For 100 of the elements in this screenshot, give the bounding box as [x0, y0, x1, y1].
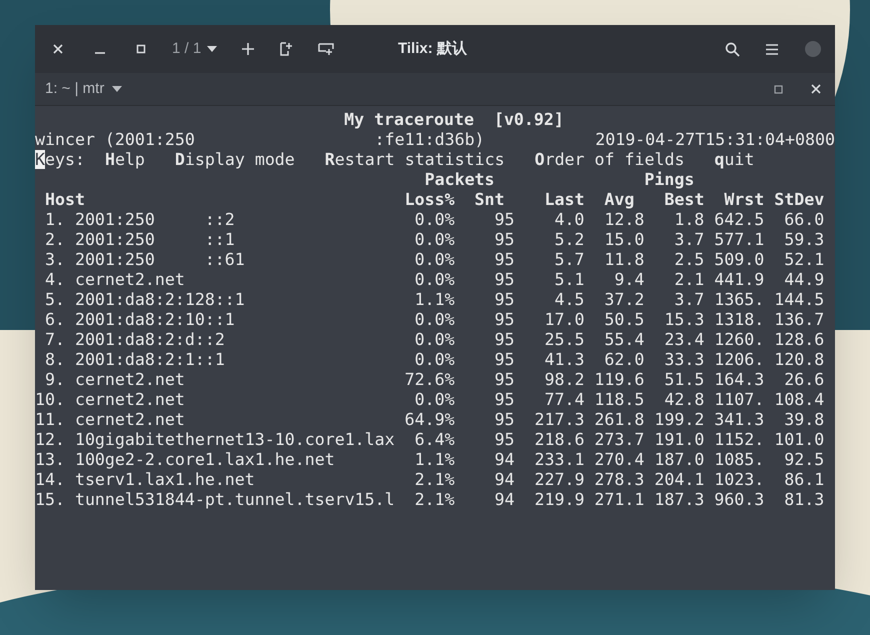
table-cell: 95	[494, 350, 515, 370]
host-cell: tserv1.lax1.he.net	[74, 470, 255, 490]
hop-number: 14.	[34, 470, 65, 490]
host-cell: ::1	[204, 230, 235, 250]
table-cell: 50.5	[604, 310, 644, 330]
table-cell: 4.0	[554, 210, 584, 230]
key-hint: Display mode	[174, 150, 295, 170]
key-hint: Help	[104, 150, 145, 170]
hop-number: 9.	[44, 370, 65, 390]
table-cell: 0.0%	[414, 230, 455, 250]
table-cell: 233.1	[534, 450, 584, 470]
key-hint: quit	[714, 150, 754, 170]
table-cell: 101.0	[774, 430, 824, 450]
column-header: Wrst	[724, 190, 764, 210]
column-group-header: Pings	[644, 170, 694, 190]
table-cell: 191.0	[654, 430, 704, 450]
timestamp: 2019-04-27T15:31:04+0800	[595, 130, 835, 150]
table-cell: 15.3	[664, 310, 704, 330]
table-cell: 95	[494, 370, 515, 390]
table-cell: 81.3	[784, 490, 824, 510]
table-cell: 271.1	[594, 490, 644, 510]
table-cell: 77.4	[544, 390, 584, 410]
host-cell-text: 2001:250	[74, 210, 156, 230]
table-cell: 94	[494, 490, 515, 510]
table-cell: 128.6	[774, 330, 824, 350]
table-cell: 0.0%	[414, 210, 455, 230]
table-cell: 341.3	[714, 410, 764, 430]
table-cell: 1152.	[714, 430, 764, 450]
table-cell: 1318.	[714, 310, 764, 330]
hop-number: 15.	[34, 490, 65, 510]
session-tab[interactable]: 1: ~ | mtr	[45, 78, 122, 100]
search-icon	[724, 42, 740, 56]
maximize-icon	[136, 44, 146, 54]
table-cell: 1206.	[714, 350, 764, 370]
table-cell: 42.8	[664, 390, 704, 410]
close-icon	[53, 44, 63, 54]
table-cell: 187.3	[654, 490, 704, 510]
hop-number: 6.	[44, 310, 65, 330]
table-cell: 0.0%	[414, 390, 455, 410]
keys-label: Keys:	[35, 150, 85, 170]
key-hint: Order of fields	[534, 150, 684, 170]
table-cell: 15.0	[604, 230, 644, 250]
table-cell: 3.7	[674, 230, 704, 250]
table-cell: 95	[494, 390, 515, 410]
host-cell: cernet2.net	[74, 370, 185, 390]
column-header: Host	[44, 190, 86, 210]
table-cell: 6.4%	[414, 430, 455, 450]
table-cell: 92.5	[784, 450, 824, 470]
host-cell: cernet2.net	[74, 390, 185, 410]
search-button[interactable]	[723, 40, 741, 58]
table-cell: 9.4	[614, 270, 644, 290]
host-cell: 2001:da8:2:128::1	[74, 290, 245, 310]
host-cell: 2001:da8:2:1::1	[74, 350, 225, 370]
table-cell: 187.0	[654, 450, 704, 470]
close-terminal-button[interactable]	[809, 82, 823, 96]
table-cell: 64.9%	[404, 410, 455, 430]
table-cell: 217.3	[534, 410, 584, 430]
table-cell: 5.2	[554, 230, 584, 250]
table-cell: 144.5	[774, 290, 824, 310]
table-cell: 94	[494, 450, 515, 470]
table-cell: 199.2	[654, 410, 704, 430]
table-cell: 219.9	[534, 490, 584, 510]
table-cell: 0.0%	[414, 310, 455, 330]
column-header: Last	[544, 190, 584, 210]
minimize-icon	[95, 52, 105, 54]
menu-icon	[766, 44, 778, 54]
table-cell: 52.1	[784, 250, 824, 270]
table-cell: 44.9	[784, 270, 824, 290]
host-cell: 100ge2-2.core1.lax1.he.net	[74, 450, 335, 470]
maximize-icon	[774, 84, 782, 94]
session-switcher[interactable]: 1 / 1	[172, 38, 218, 60]
table-cell: 1365.	[714, 290, 764, 310]
hop-number: 2.	[44, 230, 65, 250]
caret-icon	[112, 86, 122, 92]
table-cell: 642.5	[714, 210, 764, 230]
table-cell: 23.4	[664, 330, 704, 350]
table-cell: 1260.	[714, 330, 764, 350]
program-title: My traceroute [v0.92]	[344, 110, 564, 130]
table-cell: 136.7	[774, 310, 824, 330]
host-cell: cernet2.net	[74, 270, 185, 290]
table-cell: 39.8	[784, 410, 824, 430]
table-cell: 95	[494, 310, 515, 330]
host-cell-text: 2001:250	[74, 230, 156, 250]
table-cell: 441.9	[714, 270, 764, 290]
table-cell: 2.1%	[414, 470, 455, 490]
table-cell: 95	[494, 290, 515, 310]
host-cell: 2001:da8:2:d::2	[74, 330, 225, 350]
column-group-header: Packets	[424, 170, 496, 190]
table-cell: 0.0%	[414, 330, 455, 350]
table-cell: 98.2	[544, 370, 584, 390]
hop-number: 7.	[44, 330, 65, 350]
host-cell: cernet2.net	[74, 410, 185, 430]
table-cell: 119.6	[594, 370, 644, 390]
table-cell: 1.1%	[414, 450, 455, 470]
column-header: Snt	[474, 190, 505, 210]
table-cell: 204.1	[654, 470, 704, 490]
table-cell: 95	[494, 250, 515, 270]
table-cell: 25.5	[544, 330, 584, 350]
table-cell: 2.1%	[414, 490, 455, 510]
table-cell: 4.5	[554, 290, 584, 310]
